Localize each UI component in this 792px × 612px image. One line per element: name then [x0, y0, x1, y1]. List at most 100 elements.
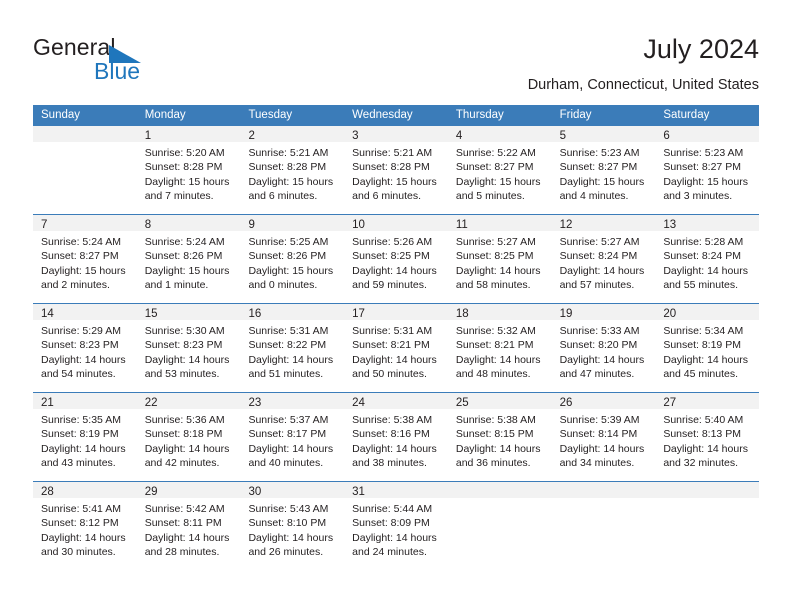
day-details: Sunrise: 5:32 AM Sunset: 8:21 PM Dayligh…	[448, 320, 552, 381]
daylight-text-line1: Daylight: 15 hours	[455, 175, 541, 188]
sunrise-text: Sunrise: 5:28 AM	[663, 236, 744, 248]
daylight-text-line1: Daylight: 15 hours	[144, 264, 230, 277]
day-cell[interactable]: 24 Sunrise: 5:38 AM Sunset: 8:16 PM Dayl…	[344, 393, 448, 481]
day-cell[interactable]: 30 Sunrise: 5:43 AM Sunset: 8:10 PM Dayl…	[240, 482, 345, 570]
day-cell[interactable]: 20 Sunrise: 5:34 AM Sunset: 8:19 PM Dayl…	[655, 304, 760, 392]
day-cell[interactable]: 14 Sunrise: 5:29 AM Sunset: 8:23 PM Dayl…	[33, 304, 137, 392]
daylight-text-line1: Daylight: 14 hours	[144, 353, 230, 366]
day-details: Sunrise: 5:27 AM Sunset: 8:25 PM Dayligh…	[448, 231, 552, 292]
weekday-wednesday: Wednesday	[352, 109, 413, 121]
sunrise-text: Sunrise: 5:34 AM	[663, 325, 744, 337]
day-number: 14	[41, 308, 54, 320]
general-blue-logo[interactable]: General Blue	[33, 36, 253, 86]
day-cell[interactable]: 18 Sunrise: 5:32 AM Sunset: 8:21 PM Dayl…	[447, 304, 552, 392]
day-number: 2	[248, 130, 255, 142]
daylight-text-line1: Daylight: 14 hours	[455, 442, 541, 455]
week-row: 7 Sunrise: 5:24 AM Sunset: 8:27 PM Dayli…	[33, 214, 760, 303]
day-cell[interactable]	[655, 482, 760, 570]
day-cell[interactable]: 13 Sunrise: 5:28 AM Sunset: 8:24 PM Dayl…	[655, 215, 760, 303]
day-details: Sunrise: 5:31 AM Sunset: 8:21 PM Dayligh…	[344, 320, 448, 381]
day-cell[interactable]: 10 Sunrise: 5:26 AM Sunset: 8:25 PM Dayl…	[344, 215, 448, 303]
sunset-text: Sunset: 8:10 PM	[248, 517, 327, 530]
day-cell[interactable]: 6 Sunrise: 5:23 AM Sunset: 8:27 PM Dayli…	[655, 126, 760, 214]
day-number-band: 4	[447, 126, 552, 142]
day-number: 16	[248, 308, 262, 320]
day-cell[interactable]: 31 Sunrise: 5:44 AM Sunset: 8:09 PM Dayl…	[344, 482, 448, 570]
day-number-band	[33, 126, 137, 142]
weekday-header-row: Sunday Monday Tuesday Wednesday Thursday…	[33, 105, 759, 125]
day-cell[interactable]	[33, 126, 137, 214]
week-row: 28 Sunrise: 5:41 AM Sunset: 8:12 PM Dayl…	[33, 481, 760, 570]
day-number: 13	[663, 219, 677, 231]
sunset-text: Sunset: 8:25 PM	[352, 250, 430, 263]
daylight-text-line2: and 24 minutes.	[352, 545, 427, 558]
sunset-text: Sunset: 8:27 PM	[559, 161, 638, 174]
day-cell[interactable]: 7 Sunrise: 5:24 AM Sunset: 8:27 PM Dayli…	[33, 215, 137, 303]
day-cell[interactable]: 21 Sunrise: 5:35 AM Sunset: 8:19 PM Dayl…	[33, 393, 137, 481]
daylight-text-line2: and 47 minutes.	[559, 367, 635, 380]
day-number-band	[655, 482, 760, 498]
sunset-text: Sunset: 8:24 PM	[663, 250, 741, 263]
day-cell[interactable]: 4 Sunrise: 5:22 AM Sunset: 8:27 PM Dayli…	[447, 126, 552, 214]
day-number-band: 7	[33, 215, 137, 231]
day-number: 10	[352, 219, 365, 231]
weekday-sunday: Sunday	[41, 109, 81, 121]
day-cell[interactable]: 23 Sunrise: 5:37 AM Sunset: 8:17 PM Dayl…	[240, 393, 345, 481]
day-cell[interactable]: 1 Sunrise: 5:20 AM Sunset: 8:28 PM Dayli…	[136, 126, 241, 214]
day-number-band: 30	[240, 482, 345, 498]
daylight-text-line2: and 51 minutes.	[248, 367, 324, 380]
day-cell[interactable]: 19 Sunrise: 5:33 AM Sunset: 8:20 PM Dayl…	[551, 304, 656, 392]
daylight-text-line1: Daylight: 15 hours	[559, 175, 645, 188]
day-cell[interactable]: 8 Sunrise: 5:24 AM Sunset: 8:26 PM Dayli…	[136, 215, 241, 303]
day-cell[interactable]: 3 Sunrise: 5:21 AM Sunset: 8:28 PM Dayli…	[344, 126, 448, 214]
day-cell[interactable]: 17 Sunrise: 5:31 AM Sunset: 8:21 PM Dayl…	[344, 304, 448, 392]
daylight-text-line1: Daylight: 14 hours	[663, 353, 748, 366]
sunrise-text: Sunrise: 5:33 AM	[559, 325, 640, 337]
week-row: 21 Sunrise: 5:35 AM Sunset: 8:19 PM Dayl…	[33, 392, 760, 481]
day-details: Sunrise: 5:26 AM Sunset: 8:25 PM Dayligh…	[344, 231, 448, 292]
day-number: 1	[144, 130, 152, 142]
sunrise-text: Sunrise: 5:30 AM	[144, 325, 225, 337]
day-details: Sunrise: 5:21 AM Sunset: 8:28 PM Dayligh…	[240, 142, 344, 203]
sunrise-text: Sunrise: 5:32 AM	[455, 325, 536, 337]
day-cell[interactable]: 26 Sunrise: 5:39 AM Sunset: 8:14 PM Dayl…	[551, 393, 656, 481]
day-cell[interactable]: 15 Sunrise: 5:30 AM Sunset: 8:23 PM Dayl…	[136, 304, 241, 392]
daylight-text-line2: and 4 minutes.	[559, 189, 629, 202]
day-cell[interactable]: 25 Sunrise: 5:38 AM Sunset: 8:15 PM Dayl…	[447, 393, 552, 481]
day-cell[interactable]: 12 Sunrise: 5:27 AM Sunset: 8:24 PM Dayl…	[551, 215, 656, 303]
day-details: Sunrise: 5:34 AM Sunset: 8:19 PM Dayligh…	[655, 320, 759, 381]
day-details: Sunrise: 5:21 AM Sunset: 8:28 PM Dayligh…	[344, 142, 448, 203]
daylight-text-line1: Daylight: 14 hours	[41, 353, 126, 366]
daylight-text-line2: and 2 minutes.	[41, 278, 110, 291]
day-cell[interactable]	[447, 482, 552, 570]
day-number-band: 8	[136, 215, 241, 231]
sunrise-text: Sunrise: 5:27 AM	[455, 236, 536, 248]
day-number: 28	[41, 486, 54, 498]
day-number: 11	[455, 219, 468, 231]
sunset-text: Sunset: 8:22 PM	[248, 339, 327, 352]
day-number-band: 14	[33, 304, 137, 320]
daylight-text-line2: and 7 minutes.	[144, 189, 214, 202]
day-number-band: 22	[136, 393, 241, 409]
daylight-text-line1: Daylight: 14 hours	[352, 353, 437, 366]
day-number: 6	[663, 130, 670, 142]
day-cell[interactable]: 29 Sunrise: 5:42 AM Sunset: 8:11 PM Dayl…	[136, 482, 241, 570]
sunrise-text: Sunrise: 5:35 AM	[41, 414, 121, 426]
day-cell[interactable]: 9 Sunrise: 5:25 AM Sunset: 8:26 PM Dayli…	[240, 215, 345, 303]
sunset-text: Sunset: 8:23 PM	[41, 339, 119, 352]
day-cell[interactable]: 11 Sunrise: 5:27 AM Sunset: 8:25 PM Dayl…	[447, 215, 552, 303]
day-cell[interactable]	[551, 482, 656, 570]
day-details: Sunrise: 5:24 AM Sunset: 8:27 PM Dayligh…	[33, 231, 137, 292]
day-cell[interactable]: 22 Sunrise: 5:36 AM Sunset: 8:18 PM Dayl…	[136, 393, 241, 481]
day-number-band: 16	[240, 304, 345, 320]
day-cell[interactable]: 5 Sunrise: 5:23 AM Sunset: 8:27 PM Dayli…	[551, 126, 656, 214]
day-number-band	[551, 482, 656, 498]
day-cell[interactable]: 16 Sunrise: 5:31 AM Sunset: 8:22 PM Dayl…	[240, 304, 345, 392]
sunrise-text: Sunrise: 5:42 AM	[144, 503, 225, 515]
sunset-text: Sunset: 8:14 PM	[559, 428, 638, 441]
day-cell[interactable]: 27 Sunrise: 5:40 AM Sunset: 8:13 PM Dayl…	[655, 393, 760, 481]
day-cell[interactable]: 2 Sunrise: 5:21 AM Sunset: 8:28 PM Dayli…	[240, 126, 345, 214]
page-header: General Blue July 2024 Durham, Connectic…	[0, 0, 792, 100]
day-cell[interactable]: 28 Sunrise: 5:41 AM Sunset: 8:12 PM Dayl…	[33, 482, 137, 570]
sunset-text: Sunset: 8:27 PM	[455, 161, 534, 174]
